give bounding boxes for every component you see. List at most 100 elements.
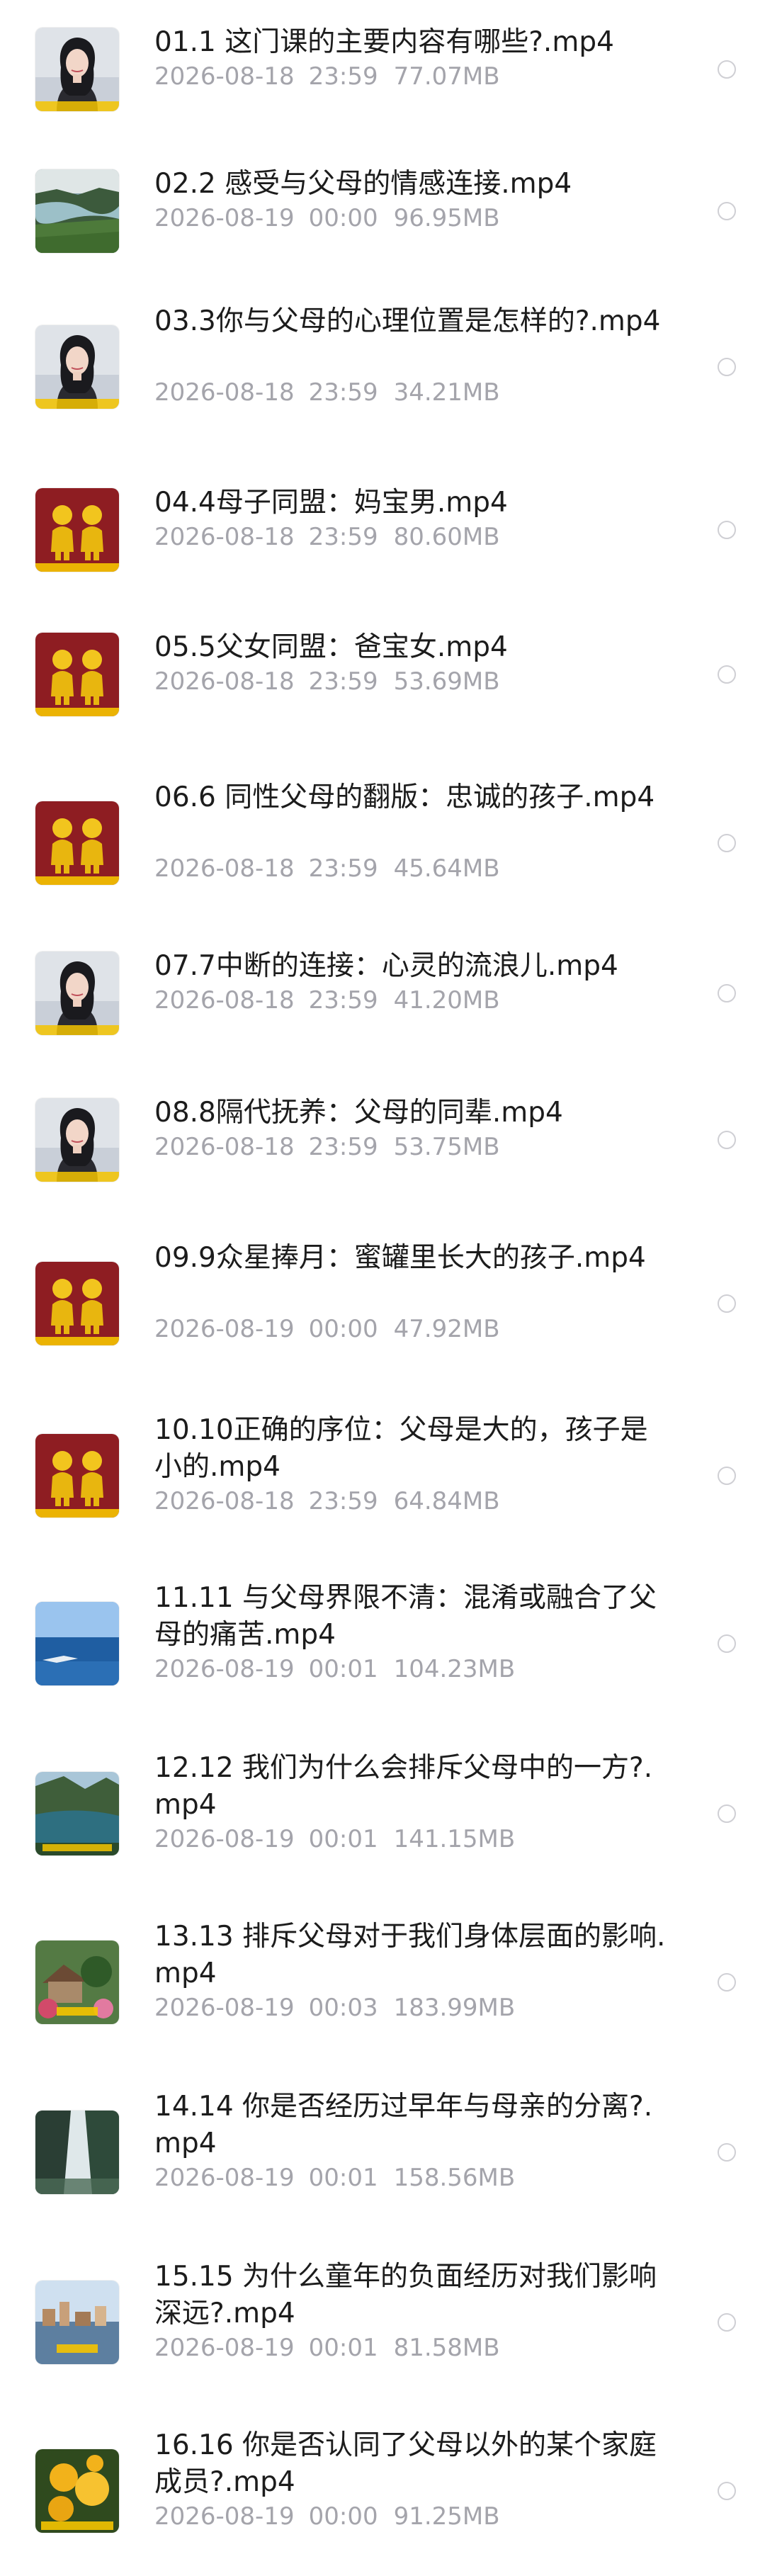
file-name[interactable]: 05.5父女同盟：爸宝女.mp4 bbox=[154, 629, 672, 666]
file-name[interactable]: 09.9众星捧月：蜜罐里长大的孩子.mp4 bbox=[154, 1240, 672, 1277]
select-radio[interactable] bbox=[718, 1804, 736, 1823]
select-radio[interactable] bbox=[718, 1131, 736, 1149]
file-row[interactable]: 14.14 你是否经历过早年与母亲的分离?.mp4 2026-08-19 00:01… bbox=[0, 2089, 765, 2237]
file-size: 53.75MB bbox=[393, 1133, 500, 1161]
file-meta: 2026-08-19 00:01 141.15MB bbox=[154, 1824, 515, 1855]
video-thumbnail[interactable] bbox=[35, 1772, 119, 1855]
select-radio[interactable] bbox=[718, 2313, 736, 2332]
file-row[interactable]: 05.5父女同盟：爸宝女.mp4 2026-08-18 23:59 53.69MB bbox=[0, 629, 765, 778]
file-name[interactable]: 15.15 为什么童年的负面经历对我们影响深远?.mp4 bbox=[154, 2259, 672, 2332]
file-name[interactable]: 02.2 感受与父母的情感连接.mp4 bbox=[154, 166, 672, 203]
select-radio[interactable] bbox=[718, 1634, 736, 1653]
file-row[interactable]: 04.4母子同盟：妈宝男.mp4 2026-08-18 23:59 80.60MB bbox=[0, 485, 765, 633]
file-date: 2026-08-18 bbox=[154, 1133, 295, 1161]
file-row[interactable]: 12.12 我们为什么会排斥父母中的一方?.mp4 2026-08-19 00:01… bbox=[0, 1750, 765, 1899]
file-name[interactable]: 14.14 你是否经历过早年与母亲的分离?.mp4 bbox=[154, 2089, 672, 2162]
file-name[interactable]: 06.6 同性父母的翻版：忠诚的孩子.mp4 bbox=[154, 779, 672, 816]
select-radio[interactable] bbox=[718, 202, 736, 220]
file-name[interactable]: 16.16 你是否认同了父母以外的某个家庭成员?.mp4 bbox=[154, 2427, 672, 2501]
video-thumbnail[interactable] bbox=[35, 1602, 119, 1685]
file-date: 2026-08-19 bbox=[154, 1315, 295, 1343]
file-name[interactable]: 11.11 与父母界限不清：混淆或融合了父母的痛苦.mp4 bbox=[154, 1580, 672, 1654]
file-row[interactable]: 06.6 同性父母的翻版：忠诚的孩子.mp4 2026-08-18 23:59 45.… bbox=[0, 779, 765, 928]
file-date: 2026-08-18 bbox=[154, 378, 295, 407]
file-name[interactable]: 04.4母子同盟：妈宝男.mp4 bbox=[154, 485, 672, 521]
file-name[interactable]: 13.13 排斥父母对于我们身体层面的影响.mp4 bbox=[154, 1919, 672, 1992]
woman-portrait-icon bbox=[35, 951, 119, 1035]
video-thumbnail[interactable] bbox=[35, 2281, 119, 2364]
landscape-icon bbox=[35, 169, 119, 253]
select-radio[interactable] bbox=[718, 521, 736, 539]
select-radio[interactable] bbox=[718, 2482, 736, 2500]
select-radio[interactable] bbox=[718, 1973, 736, 1992]
file-date: 2026-08-18 bbox=[154, 986, 295, 1015]
file-row[interactable]: 16.16 你是否认同了父母以外的某个家庭成员?.mp4 2026-08-19 00… bbox=[0, 2427, 765, 2576]
file-row[interactable]: 08.8隔代抚养：父母的同辈.mp4 2026-08-18 23:59 53.75MB bbox=[0, 1095, 765, 1243]
select-radio[interactable] bbox=[718, 1467, 736, 1485]
file-date: 2026-08-19 bbox=[154, 2502, 295, 2531]
file-time: 00:00 bbox=[308, 1315, 378, 1343]
file-row[interactable]: 02.2 感受与父母的情感连接.mp4 2026-08-19 00:00 96.95M… bbox=[0, 166, 765, 315]
file-row[interactable]: 07.7中断的连接：心灵的流浪儿.mp4 2026-08-18 23:59 41.20… bbox=[0, 948, 765, 1097]
video-thumbnail[interactable] bbox=[35, 633, 119, 716]
video-thumbnail[interactable] bbox=[35, 951, 119, 1035]
file-date: 2026-08-18 bbox=[154, 62, 295, 91]
file-time: 23:59 bbox=[308, 1133, 378, 1161]
select-radio[interactable] bbox=[718, 60, 736, 79]
video-thumbnail[interactable] bbox=[35, 1941, 119, 2024]
video-thumbnail[interactable] bbox=[35, 2449, 119, 2533]
video-thumbnail[interactable] bbox=[35, 1262, 119, 1345]
video-thumbnail[interactable] bbox=[35, 169, 119, 253]
file-time: 23:59 bbox=[308, 667, 378, 696]
file-date: 2026-08-19 bbox=[154, 2334, 295, 2362]
video-thumbnail[interactable] bbox=[35, 1098, 119, 1182]
file-meta: 2026-08-19 00:00 91.25MB bbox=[154, 2501, 500, 2532]
garden-icon bbox=[35, 1941, 119, 2024]
select-radio[interactable] bbox=[718, 834, 736, 852]
file-meta: 2026-08-19 00:00 47.92MB bbox=[154, 1314, 500, 1345]
file-date: 2026-08-19 bbox=[154, 1994, 295, 2022]
select-radio[interactable] bbox=[718, 2143, 736, 2162]
file-size: 64.84MB bbox=[393, 1487, 500, 1515]
file-date: 2026-08-18 bbox=[154, 667, 295, 696]
file-time: 00:03 bbox=[308, 1994, 378, 2022]
file-time: 23:59 bbox=[308, 1487, 378, 1515]
file-row[interactable]: 09.9众星捧月：蜜罐里长大的孩子.mp4 2026-08-19 00:00 47.9… bbox=[0, 1240, 765, 1389]
file-row[interactable]: 11.11 与父母界限不清：混淆或融合了父母的痛苦.mp4 2026-08-19 0… bbox=[0, 1580, 765, 1729]
file-size: 183.99MB bbox=[393, 1994, 516, 2022]
waterfall-icon bbox=[35, 2111, 119, 2194]
file-size: 80.60MB bbox=[393, 523, 500, 551]
file-name[interactable]: 03.3你与父母的心理位置是怎样的?.mp4 bbox=[154, 303, 672, 340]
video-thumbnail[interactable] bbox=[35, 801, 119, 885]
file-meta: 2026-08-19 00:01 104.23MB bbox=[154, 1654, 515, 1685]
file-row[interactable]: 10.10正确的序位：父母是大的，孩子是小的.mp4 2026-08-18 23:5… bbox=[0, 1412, 765, 1561]
file-row[interactable]: 13.13 排斥父母对于我们身体层面的影响.mp4 2026-08-19 00:03… bbox=[0, 1919, 765, 2067]
select-radio[interactable] bbox=[718, 665, 736, 684]
select-radio[interactable] bbox=[718, 358, 736, 376]
lake-icon bbox=[35, 1772, 119, 1855]
file-name[interactable]: 01.1 这门课的主要内容有哪些?.mp4 bbox=[154, 24, 672, 61]
file-name[interactable]: 07.7中断的连接：心灵的流浪儿.mp4 bbox=[154, 948, 672, 985]
file-size: 77.07MB bbox=[393, 62, 500, 91]
video-thumbnail[interactable] bbox=[35, 325, 119, 409]
video-thumbnail[interactable] bbox=[35, 1434, 119, 1518]
video-thumbnail[interactable] bbox=[35, 488, 119, 572]
video-thumbnail[interactable] bbox=[35, 2111, 119, 2194]
file-name[interactable]: 10.10正确的序位：父母是大的，孩子是小的.mp4 bbox=[154, 1412, 672, 1486]
file-date: 2026-08-19 bbox=[154, 1825, 295, 1853]
file-row[interactable]: 03.3你与父母的心理位置是怎样的?.mp4 2026-08-18 23:59 34.… bbox=[0, 303, 765, 452]
file-meta: 2026-08-18 23:59 45.64MB bbox=[154, 853, 500, 884]
video-thumbnail[interactable] bbox=[35, 28, 119, 111]
figurines-icon bbox=[35, 801, 119, 885]
woman-portrait-icon bbox=[35, 1098, 119, 1182]
file-row[interactable]: 01.1 这门课的主要内容有哪些?.mp4 2026-08-18 23:59 77.0… bbox=[0, 24, 765, 173]
file-name[interactable]: 08.8隔代抚养：父母的同辈.mp4 bbox=[154, 1095, 672, 1131]
select-radio[interactable] bbox=[718, 1294, 736, 1313]
file-name[interactable]: 12.12 我们为什么会排斥父母中的一方?.mp4 bbox=[154, 1750, 672, 1824]
file-date: 2026-08-18 bbox=[154, 854, 295, 883]
file-time: 23:59 bbox=[308, 378, 378, 407]
file-row[interactable]: 15.15 为什么童年的负面经历对我们影响深远?.mp4 2026-08-19 00… bbox=[0, 2259, 765, 2407]
town-icon bbox=[35, 2281, 119, 2364]
file-size: 96.95MB bbox=[393, 204, 500, 232]
select-radio[interactable] bbox=[718, 984, 736, 1002]
